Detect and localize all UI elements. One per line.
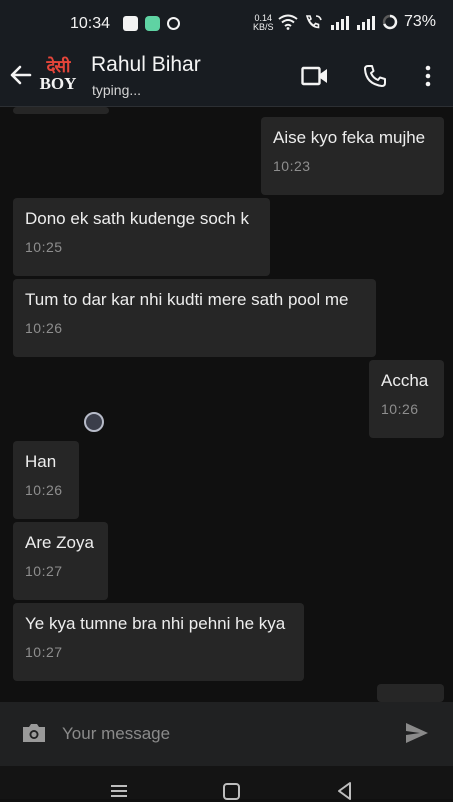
status-bar: 10:34 0.14 KB/S 73% [0,0,453,46]
phone-icon [364,65,386,87]
message-text: Ye kya tumne bra nhi pehni he kya [25,614,286,633]
more-options-button[interactable] [413,61,443,91]
message-time: 10:26 [25,320,63,336]
message-time: 10:23 [273,158,311,174]
wifi-icon [278,14,298,30]
chat-app-notification-icon [145,16,160,31]
message-bubble-outgoing[interactable]: Aise kyo feka mujhe 10:23 [261,117,444,195]
message-time: 10:25 [25,239,63,255]
signal-icon-2 [357,15,375,30]
chat-header: देसी BOY Rahul Bihar typing... [0,46,453,107]
network-speed: 0.14 KB/S [253,14,274,32]
voice-call-button[interactable] [360,61,390,91]
message-bubble-incoming[interactable]: Tum to dar kar nhi kudti mere sath pool … [13,279,376,357]
avatar[interactable]: देसी BOY [36,52,80,98]
camera-icon[interactable] [21,722,47,744]
status-indicators: 73% [278,13,436,31]
status-time: 10:34 [70,15,111,32]
contact-status: typing... [92,82,142,98]
contact-name[interactable]: Rahul Bihar [91,53,201,77]
battery-ring-icon [382,14,398,30]
signal-icon [331,15,349,30]
message-time: 10:27 [25,644,63,660]
message-text: Han [25,452,57,471]
message-input[interactable] [60,718,384,750]
message-bubble-outgoing[interactable]: Accha 10:26 [369,360,444,438]
app-notification-icon [123,16,138,31]
message-text: Accha [381,371,429,390]
avatar-logo-bottom: BOY [39,74,77,93]
next-message-stub [377,684,444,702]
message-bubble-incoming[interactable]: Han 10:26 [13,441,79,519]
wifi-calling-icon [305,15,322,29]
message-text: Are Zoya [25,533,94,552]
send-icon[interactable] [405,722,429,744]
floating-touch-indicator [84,412,104,432]
system-nav-bar [0,766,453,800]
message-time: 10:27 [25,563,63,579]
message-list[interactable]: Aise kyo feka mujhe 10:23 Dono ek sath k… [0,107,453,702]
previous-message-stub [13,107,109,114]
message-text: Tum to dar kar nhi kudti mere sath pool … [25,290,349,309]
message-composer [0,702,453,766]
avatar-logo-top: देसी [46,57,71,76]
message-bubble-incoming[interactable]: Are Zoya 10:27 [13,522,108,600]
message-text: Dono ek sath kudenge soch k [25,209,249,228]
message-bubble-incoming[interactable]: Ye kya tumne bra nhi pehni he kya 10:27 [13,603,304,681]
message-time: 10:26 [381,401,419,417]
video-call-button[interactable] [300,61,330,91]
opera-notification-icon [167,17,180,30]
battery-percent: 73% [404,13,437,30]
message-text: Aise kyo feka mujhe [273,128,426,147]
network-speed-unit: KB/S [253,22,274,32]
more-vert-icon [425,65,431,87]
message-bubble-incoming[interactable]: Dono ek sath kudenge soch k 10:25 [13,198,270,276]
video-camera-icon [301,66,327,86]
message-time: 10:26 [25,482,63,498]
notification-icons [123,16,180,31]
back-arrow-icon[interactable] [8,62,34,88]
